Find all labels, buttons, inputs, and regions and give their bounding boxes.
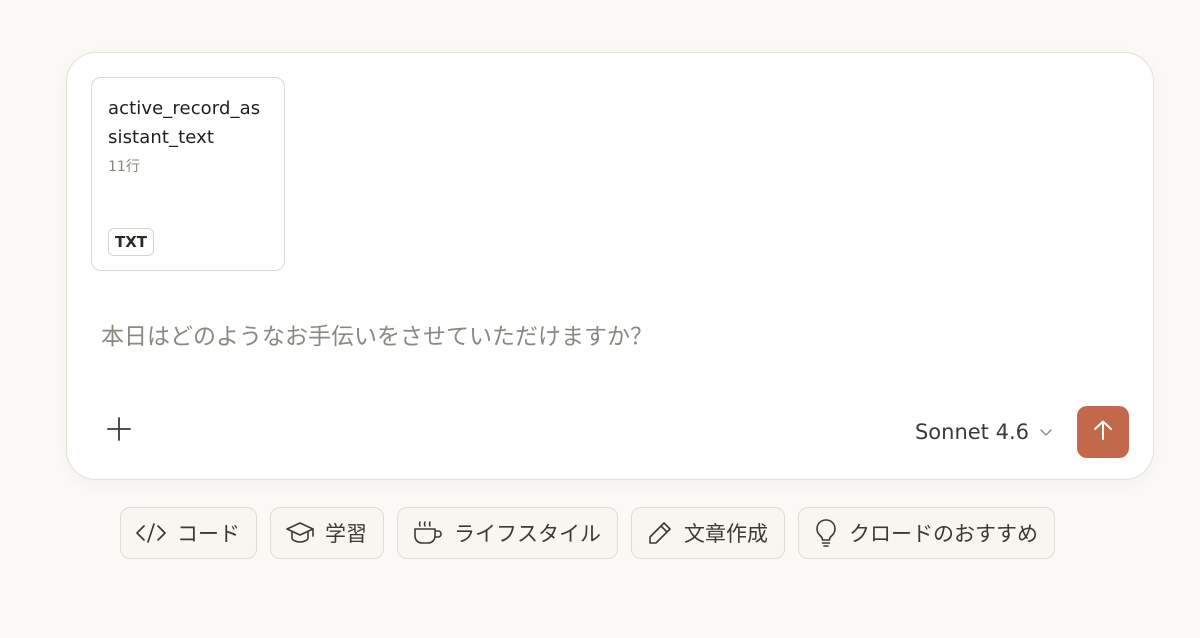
suggestion-chips: コード 学習 ライフスタイル 文章作成 クロードのおすすめ: [120, 507, 1055, 559]
prompt-input[interactable]: [101, 317, 1111, 357]
graduation-cap-icon: [285, 520, 315, 546]
plus-icon: [106, 416, 132, 446]
suggestion-chip-label: 学習: [325, 522, 367, 546]
attachment-card[interactable]: active_record_assistant_text 11行 TXT: [91, 77, 285, 271]
suggestion-chip-claude-picks[interactable]: クロードのおすすめ: [798, 507, 1055, 559]
attachment-file-name: active_record_assistant_text: [108, 98, 261, 148]
add-attachment-button[interactable]: [97, 409, 141, 453]
suggestion-chip-label: コード: [177, 522, 240, 546]
suggestion-chip-lifestyle[interactable]: ライフスタイル: [397, 507, 618, 559]
lightbulb-icon: [813, 518, 839, 548]
chevron-down-icon: [1039, 420, 1053, 444]
send-button[interactable]: [1077, 406, 1129, 458]
suggestion-chip-label: 文章作成: [684, 522, 768, 546]
attachment-line-count: 11行: [108, 159, 140, 175]
pencil-icon: [646, 519, 674, 547]
chat-composer: active_record_assistant_text 11行 TXT Son…: [66, 52, 1154, 480]
coffee-cup-icon: [412, 519, 444, 547]
attachment-type-badge: TXT: [108, 228, 155, 256]
suggestion-chip-label: クロードのおすすめ: [849, 522, 1038, 546]
code-icon: [135, 521, 167, 545]
suggestion-chip-label: ライフスタイル: [454, 522, 601, 546]
suggestion-chip-learn[interactable]: 学習: [270, 507, 384, 559]
arrow-up-icon: [1092, 419, 1114, 445]
suggestion-chip-writing[interactable]: 文章作成: [631, 507, 785, 559]
suggestion-chip-code[interactable]: コード: [120, 507, 257, 559]
model-selector[interactable]: Sonnet 4.6: [915, 414, 1053, 450]
model-selector-label: Sonnet 4.6: [914, 420, 1029, 444]
